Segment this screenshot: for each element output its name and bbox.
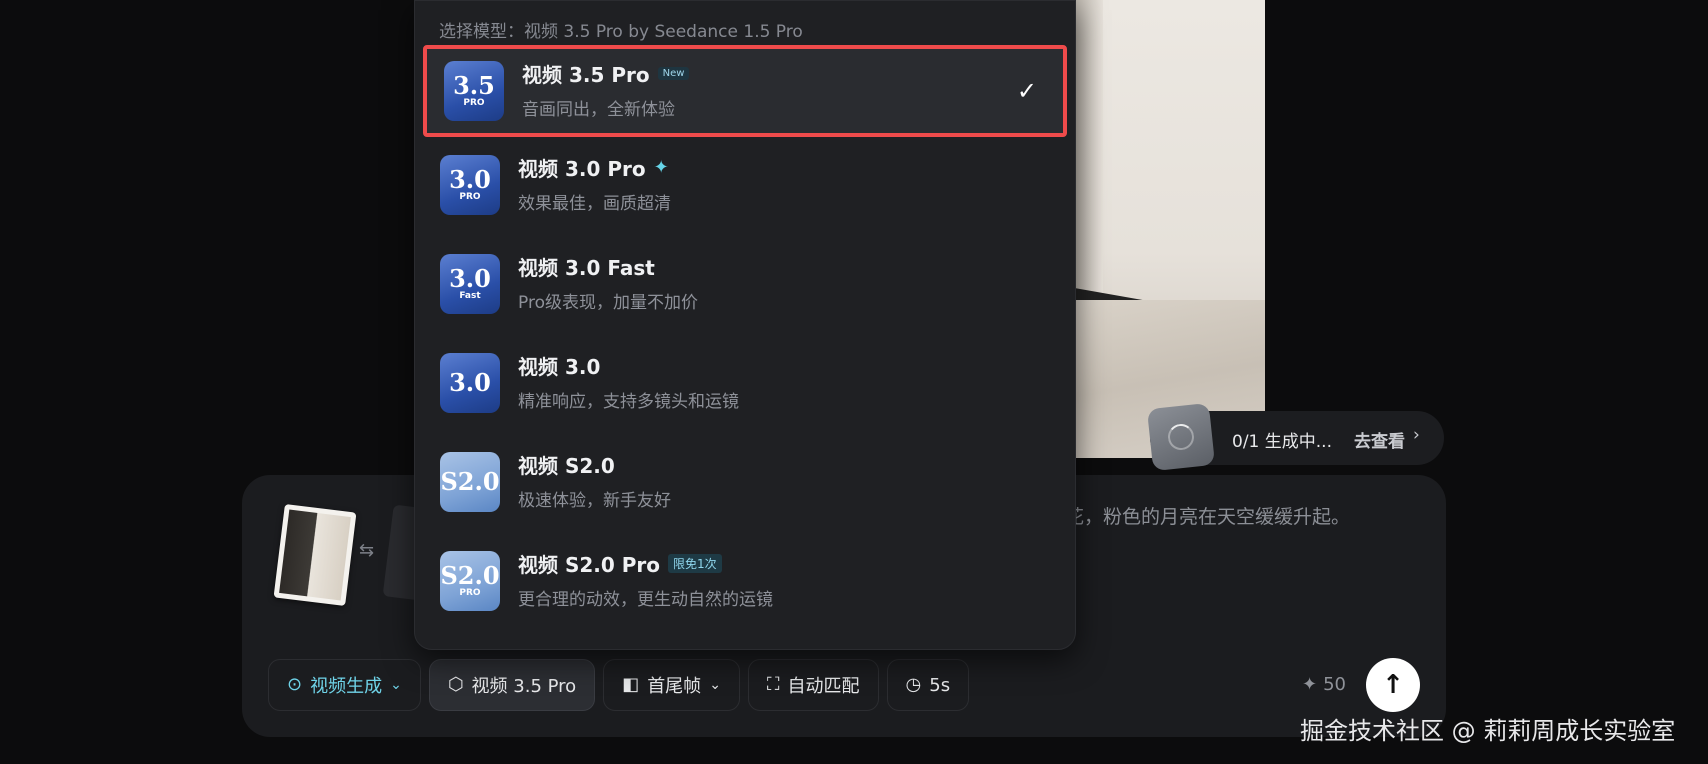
model-icon-subtext: PRO [463,98,485,108]
model-icon-text: 3.0 [449,368,491,397]
model-description: 效果最佳，画质超清 [518,194,671,214]
model-name-label: 视频 S2.0 Pro [518,553,661,577]
model-icon-subtext: PRO [459,192,481,202]
view-result-link[interactable]: 去查看 [1354,427,1405,452]
chevron-down-icon: ⌄ [709,677,721,693]
mode-select-button[interactable]: ⊙ 视频生成 ⌄ [268,659,421,711]
model-icon-text: 3.0 [449,165,491,194]
model-icon-subtext: PRO [459,588,481,598]
model-option[interactable]: 3.0 PRO 视频 3.0 Pro ✦ 效果最佳，画质超清 [423,139,1067,231]
duration-button[interactable]: ◷ 5s [886,659,970,711]
model-option[interactable]: 3.5 PRO 视频 3.5 Pro New 音画同出，全新体验 ✓ [423,45,1067,137]
model-select-button[interactable]: ⬡ 视频 3.5 Pro [428,659,596,711]
model-option[interactable]: 3.0 Fast 视频 3.0 Fast Pro级表现，加量不加价 [423,238,1067,330]
model-dropdown: 选择模型：视频 3.5 Pro by Seedance 1.5 Pro 3.5 P… [414,0,1076,650]
model-badge: New [657,67,690,80]
model-description: 音画同出，全新体验 [522,100,675,120]
model-thumbnail-icon: 3.0 PRO [440,155,500,215]
dropdown-header: 选择模型：视频 3.5 Pro by Seedance 1.5 Pro [439,22,803,42]
model-name-label: 视频 S2.0 [518,454,615,478]
wall-shadow [1073,0,1103,320]
sparkle-icon: ✦ [653,157,669,178]
send-button[interactable]: ↑ [1366,658,1420,712]
progress-status: 0/1 生成中... [1232,432,1332,452]
model-description: 更合理的动效，更生动自然的运镜 [518,590,773,610]
model-thumbnail-icon: 3.5 PRO [444,61,504,121]
model-label: 视频 3.5 Pro [471,676,577,697]
video-play-icon: ⊙ [287,674,303,695]
watermark-text: 掘金技术社区 @ 莉莉周成长实验室 [1300,717,1676,745]
model-icon-text: 3.0 [449,264,491,293]
model-option[interactable]: 3.0 视频 3.0 精准响应，支持多镜头和运镜 [423,337,1067,429]
model-description: 精准响应，支持多镜头和运镜 [518,392,739,412]
check-icon: ✓ [1016,77,1037,105]
sparkle-icon: ✦ [1302,674,1318,695]
chevron-down-icon: ⌄ [390,677,402,693]
model-description: 极速体验，新手友好 [518,491,671,511]
model-option[interactable]: S2.0 视频 S2.0 极速体验，新手友好 [423,436,1067,528]
duration-label: 5s [929,674,951,696]
credits-count: 50 [1323,674,1346,695]
aspect-ratio-icon: ⛶ [766,674,780,695]
model-badge: 限免1次 [668,554,722,573]
swap-icon[interactable]: ⇆ [359,540,374,561]
model-icon-text: S2.0 [440,561,500,590]
model-name-label: 视频 3.5 Pro [522,63,650,87]
ratio-button[interactable]: ⛶ 自动匹配 [747,659,879,711]
model-name: 视频 3.0 [518,351,600,380]
prompt-input[interactable]: 花，粉色的月亮在天空缓缓升起。 [1065,502,1350,529]
model-icon-text: 3.5 [453,71,495,100]
reference-image-first-frame[interactable] [273,503,357,607]
model-name: 视频 S2.0 [518,450,615,479]
model-thumbnail-icon: S2.0 PRO [440,551,500,611]
model-name-label: 视频 3.0 Pro [518,157,646,181]
frames-select-button[interactable]: ◧ 首尾帧 ⌄ [603,659,740,711]
arrow-up-icon: ↑ [1382,670,1404,700]
model-description: Pro级表现，加量不加价 [518,293,698,313]
model-thumbnail-icon: S2.0 [440,452,500,512]
preview-image [1073,0,1265,458]
model-thumbnail-icon: 3.0 [440,353,500,413]
generation-thumbnail [1146,402,1216,472]
model-thumbnail-icon: 3.0 Fast [440,254,500,314]
mode-label: 视频生成 [310,676,383,697]
frame-icon: ◧ [622,674,640,695]
model-name: 视频 S2.0 Pro 限免1次 [518,549,722,578]
cube-icon: ⬡ [447,674,464,695]
model-name-label: 视频 3.0 Fast [518,256,655,280]
model-name-label: 视频 3.0 [518,355,601,379]
model-option[interactable]: S2.0 PRO 视频 S2.0 Pro 限免1次更合理的动效，更生动自然的运镜 [423,535,1067,627]
model-name: 视频 3.5 Pro New [522,59,690,88]
chevron-right-icon: › [1413,425,1420,445]
credits-indicator: ✦ 50 [1302,674,1346,695]
model-icon-text: S2.0 [440,467,500,496]
model-name: 视频 3.0 Pro ✦ [518,153,669,182]
loading-spinner-icon [1166,422,1196,452]
model-icon-subtext: Fast [459,291,481,301]
clock-icon: ◷ [905,674,922,695]
composer-toolbar: ⊙ 视频生成 ⌄ ⬡ 视频 3.5 Pro ◧ 首尾帧 ⌄ ⛶ 自动匹配 ◷ 5… [268,659,970,711]
model-name: 视频 3.0 Fast [518,252,655,281]
frames-label: 首尾帧 [647,676,702,697]
ratio-label: 自动匹配 [787,676,860,697]
